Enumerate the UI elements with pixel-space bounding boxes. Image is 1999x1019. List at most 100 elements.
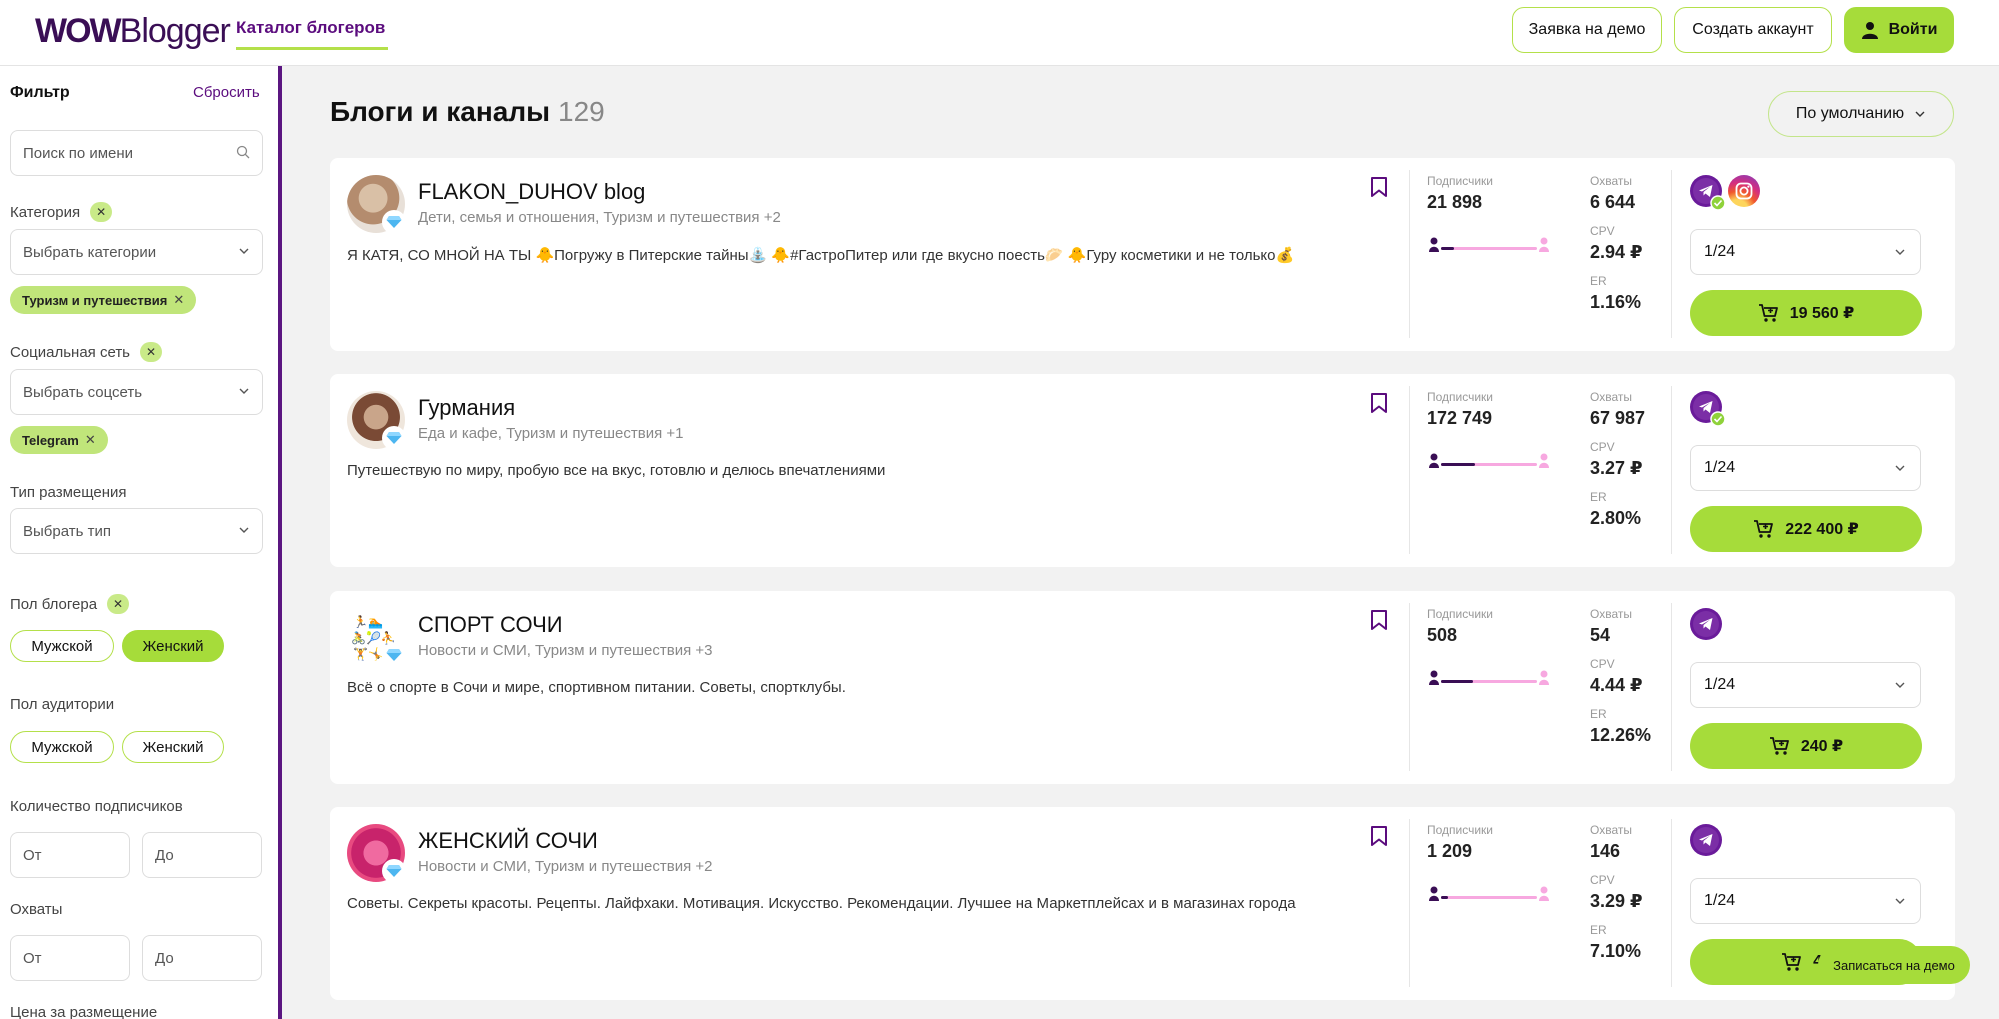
- nav-catalog-link[interactable]: Каталог блогеров: [236, 18, 385, 38]
- format-select[interactable]: 1/24: [1690, 662, 1921, 708]
- blog-card[interactable]: Гурмания Еда и кафе, Туризм и путешестви…: [330, 374, 1955, 567]
- social-select[interactable]: Выбрать соцсеть: [10, 369, 263, 415]
- bookmark-icon[interactable]: [1370, 825, 1388, 847]
- audience-gender-male[interactable]: Мужской: [10, 731, 114, 763]
- divider: [1409, 819, 1410, 987]
- logo-regular: Blogger: [119, 12, 231, 50]
- telegram-icon[interactable]: [1690, 175, 1726, 211]
- blog-description: Я КАТЯ, СО МНОЙ НА ТЫ 🐥Погружу в Питерск…: [347, 247, 1295, 264]
- chevron-down-icon: [239, 527, 249, 533]
- telegram-icon[interactable]: [1690, 608, 1722, 640]
- telegram-icon[interactable]: [1690, 824, 1722, 856]
- subscribers-from-input[interactable]: От: [10, 832, 130, 878]
- bookmark-icon[interactable]: [1370, 609, 1388, 631]
- blogger-gender-male[interactable]: Мужской: [10, 630, 114, 662]
- divider: [1409, 386, 1410, 554]
- diamond-badge-icon: [382, 426, 406, 450]
- telegram-glyph: [1693, 611, 1719, 637]
- nav-active-underline: [236, 47, 388, 50]
- reach-value: 67 987: [1590, 408, 1646, 428]
- placement-select[interactable]: Выбрать тип: [10, 508, 263, 554]
- audience-gender-bar: [1429, 886, 1549, 901]
- reach-value: 54: [1590, 625, 1611, 645]
- divider: [1671, 819, 1672, 987]
- category-label: Категория ✕: [10, 202, 113, 222]
- cpv-value: 2.94 ₽: [1590, 242, 1643, 262]
- cpv-label: CPV: [1590, 224, 1615, 238]
- format-select[interactable]: 1/24: [1690, 445, 1921, 491]
- format-select[interactable]: 1/24: [1690, 229, 1921, 275]
- blog-card[interactable]: FLAKON_DUHOV blog Дети, семья и отношени…: [330, 158, 1955, 351]
- add-to-cart-button[interactable]: 240 ₽: [1690, 723, 1922, 769]
- blog-name[interactable]: FLAKON_DUHOV blog: [418, 179, 645, 205]
- reach-value: 6 644: [1590, 192, 1636, 212]
- subscribers-to-input[interactable]: До: [142, 832, 262, 878]
- add-to-cart-button[interactable]: 19 560 ₽: [1690, 290, 1922, 336]
- blog-categories: Дети, семья и отношения, Туризм и путеше…: [418, 209, 781, 226]
- logo[interactable]: WOW Blogger: [35, 12, 231, 52]
- diamond-badge-icon: [382, 210, 406, 234]
- reach-from-input[interactable]: От: [10, 935, 130, 981]
- blog-name[interactable]: Гурмания: [418, 395, 515, 421]
- social-select-text: Выбрать соцсеть: [23, 383, 143, 401]
- blog-name[interactable]: ЖЕНСКИЙ СОЧИ: [418, 828, 598, 854]
- clear-category-icon[interactable]: ✕: [90, 202, 113, 222]
- er-label: ER: [1590, 707, 1607, 721]
- instagram-icon[interactable]: [1728, 175, 1760, 207]
- subscribers-value: 21 898: [1427, 192, 1483, 212]
- blog-card[interactable]: ЖЕНСКИЙ СОЧИ Новости и СМИ, Туризм и пут…: [330, 807, 1955, 1000]
- chevron-down-icon: [239, 248, 249, 254]
- price-label: Цена за размещение: [10, 1004, 157, 1019]
- demo-request-button[interactable]: Заявка на демо: [1512, 7, 1662, 53]
- category-select[interactable]: Выбрать категории: [10, 229, 263, 275]
- chevron-down-icon: [1895, 898, 1905, 904]
- placement-select-text: Выбрать тип: [23, 522, 111, 540]
- login-button[interactable]: Войти: [1844, 7, 1954, 53]
- remove-chip-icon[interactable]: ✕: [85, 432, 96, 448]
- audience-gender-bar: [1429, 453, 1549, 468]
- instagram-glyph: [1735, 182, 1753, 200]
- blog-description: Советы. Секреты красоты. Рецепты. Лайфха…: [347, 895, 1296, 912]
- category-chip-label: Туризм и путешествия: [22, 292, 168, 308]
- remove-chip-icon[interactable]: ✕: [173, 292, 184, 308]
- category-select-text: Выбрать категории: [23, 243, 157, 261]
- subscribers-label: Подписчики: [1427, 390, 1494, 404]
- blog-name[interactable]: СПОРТ СОЧИ: [418, 612, 563, 638]
- sort-dropdown[interactable]: По умолчанию: [1768, 91, 1954, 137]
- cpv-value: 3.29 ₽: [1590, 891, 1643, 911]
- chevron-down-icon: [1895, 682, 1905, 688]
- create-account-button[interactable]: Создать аккаунт: [1674, 7, 1832, 53]
- blog-card[interactable]: 🏃🏊 🚴🎾⛹ 🏋🤸 СПОРТ СОЧИ Новости и СМИ, Туризм…: [330, 591, 1955, 784]
- cpv-label: CPV: [1590, 440, 1615, 454]
- filter-title: Фильтр: [10, 84, 70, 101]
- clear-blogger-gender-icon[interactable]: ✕: [107, 594, 130, 614]
- reset-filters-link[interactable]: Сбросить: [193, 84, 260, 101]
- bookmark-icon[interactable]: [1370, 392, 1388, 414]
- blogger-gender-female[interactable]: Женский: [122, 630, 224, 662]
- social-label-text: Социальная сеть: [10, 343, 130, 361]
- audience-gender-female[interactable]: Женский: [122, 731, 224, 763]
- sort-label: По умолчанию: [1795, 105, 1905, 122]
- telegram-glyph: [1693, 827, 1719, 853]
- bookmark-icon[interactable]: [1370, 176, 1388, 198]
- divider: [1671, 386, 1672, 554]
- name-search-input[interactable]: Поиск по имени: [10, 130, 263, 176]
- clear-social-icon[interactable]: ✕: [140, 342, 162, 362]
- telegram-icon[interactable]: [1690, 391, 1726, 427]
- format-select[interactable]: 1/24: [1690, 878, 1921, 924]
- audience-gender-label-text: Пол аудитории: [10, 696, 115, 713]
- chevron-down-icon: [1895, 465, 1905, 471]
- reach-label: Охваты: [1590, 390, 1632, 404]
- audience-gender-label: Пол аудитории: [10, 696, 114, 713]
- cart-icon: [1754, 520, 1774, 538]
- login-label: Войти: [1888, 21, 1938, 38]
- reach-to-input[interactable]: До: [142, 935, 262, 981]
- book-demo-floating-button[interactable]: Записаться на демо: [1818, 946, 1970, 984]
- add-to-cart-button[interactable]: 222 400 ₽: [1690, 506, 1922, 552]
- subscribers-value: 1 209: [1427, 841, 1473, 861]
- social-chip[interactable]: Telegram ✕: [10, 426, 108, 454]
- category-chip[interactable]: Туризм и путешествия ✕: [10, 286, 197, 314]
- blogger-gender-label-text: Пол блогера: [10, 595, 98, 613]
- format-value: 1/24: [1704, 892, 1736, 909]
- audience-gender-bar: [1429, 237, 1549, 252]
